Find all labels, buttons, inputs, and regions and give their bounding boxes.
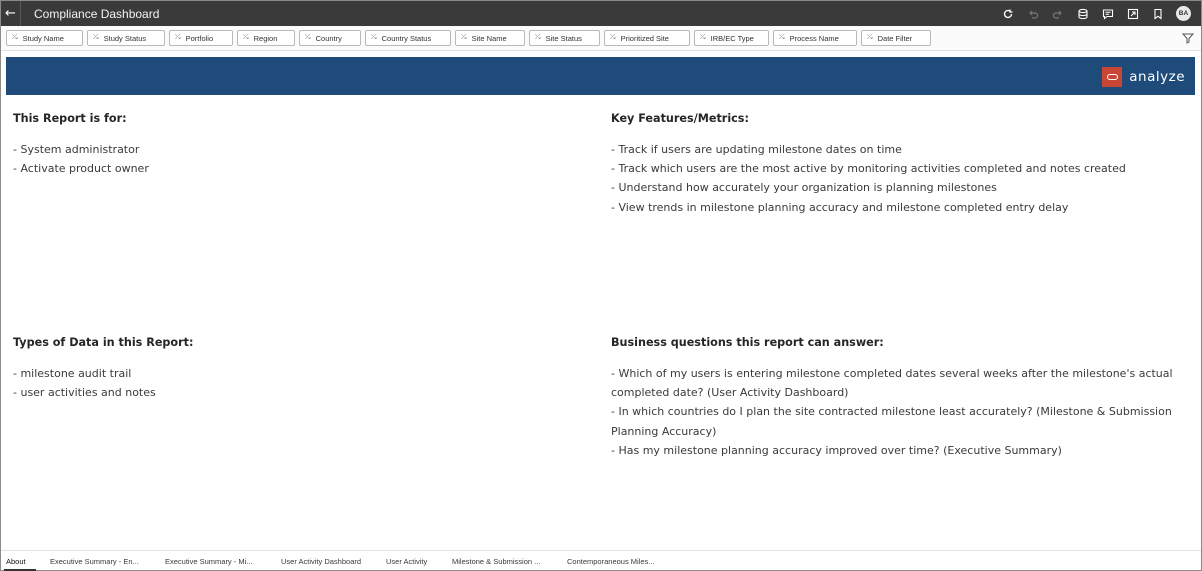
business-questions-section: Business questions this report can answe… [611,336,1196,460]
section-line: - Has my milestone planning accuracy imp… [611,443,1062,457]
pin-icon: ⤰ [305,34,311,41]
section-line: Planning Accuracy) [611,424,717,438]
pin-icon: ⤰ [243,34,249,41]
pin-icon: ⤰ [867,34,873,41]
filter-label: Site Name [471,33,507,43]
filter-site-name[interactable]: ⤰ Site Name [455,30,525,46]
section-line: - Track if users are updating milestone … [611,143,902,156]
undo-button[interactable] [1020,1,1045,26]
redo-icon [1052,10,1062,19]
comment-button[interactable] [1095,1,1120,26]
pin-icon: ⤰ [461,34,467,41]
user-avatar[interactable]: BA [1176,6,1191,21]
brand-logo-group: analyze [1102,67,1185,87]
tab-executive-summary-mi[interactable]: Executive Summary - Mi... [165,557,253,566]
filter-label: Country [315,33,342,43]
title-bar: ← Compliance Dashboard BA [1,1,1201,26]
data-types-section: Types of Data in this Report: - mileston… [13,336,573,402]
filter-portfolio[interactable]: ⤰ Portfolio [169,30,233,46]
filter-date-filter[interactable]: ⤰ Date Filter [861,30,931,46]
pin-icon: ⤰ [93,34,99,41]
filter-funnel-icon[interactable] [1182,32,1194,44]
filter-label: Process Name [789,33,839,43]
section-line: completed date? (User Activity Dashboard… [611,386,849,400]
filter-label: Portfolio [185,33,214,43]
tab-user-activity-dashboard[interactable]: User Activity Dashboard [281,557,361,566]
filter-irb-ec-type[interactable]: ⤰ IRB/EC Type [694,30,769,46]
filter-country-status[interactable]: ⤰ Country Status [365,30,451,46]
back-button[interactable]: ← [1,1,21,26]
section-line: - milestone audit trail [13,367,132,380]
data-icon [1077,8,1088,19]
section-heading: Types of Data in this Report: [13,336,194,349]
filter-label: Country Status [381,33,432,43]
tab-milestone-submission[interactable]: Milestone & Submission ... [452,557,540,566]
pin-icon: ⤰ [371,34,377,41]
redo-button[interactable] [1045,1,1070,26]
section-heading: This Report is for: [13,112,127,125]
tab-about[interactable]: About [6,557,26,566]
filter-bar: ⤰ Study Name ⤰ Study Status ⤰ Portfolio ⤰ Re… [1,26,1201,51]
present-icon [1127,8,1138,19]
pin-icon: ⤰ [610,34,616,41]
pin-icon: ⤰ [779,34,785,41]
pin-icon: ⤰ [175,34,181,41]
filter-study-status[interactable]: ⤰ Study Status [87,30,165,46]
undo-icon [1028,10,1038,19]
section-line: - View trends in milestone planning accu… [611,200,1069,214]
filter-study-name[interactable]: ⤰ Study Name [6,30,83,46]
section-line: - System administrator [13,143,140,156]
filter-label: Prioritized Site [620,33,669,43]
refresh-button[interactable] [995,1,1020,26]
filter-label: Study Status [103,33,147,43]
section-line: - Which of my users is entering mileston… [611,367,1173,380]
report-for-section: This Report is for: - System administrat… [13,112,573,178]
tab-contemporaneous-miles[interactable]: Contemporaneous Miles... [567,557,655,566]
comment-icon [1102,8,1113,20]
section-line: - Activate product owner [13,162,149,176]
filter-label: Study Name [22,33,64,43]
filter-label: Site Status [545,33,582,43]
tab-user-activity[interactable]: User Activity [386,557,427,566]
filter-process-name[interactable]: ⤰ Process Name [773,30,857,46]
section-heading: Business questions this report can answe… [611,336,884,349]
pin-icon: ⤰ [535,34,541,41]
key-features-section: Key Features/Metrics: - Track if users a… [611,112,1196,217]
pin-icon: ⤰ [700,34,706,41]
section-line: - user activities and notes [13,386,156,400]
filter-site-status[interactable]: ⤰ Site Status [529,30,600,46]
filter-label: Region [253,33,278,43]
filter-label: IRB/EC Type [710,33,754,43]
refresh-icon [1003,9,1012,18]
data-button[interactable] [1070,1,1095,26]
section-line: - In which countries do I plan the site … [611,405,1172,419]
arrow-left-icon: ← [5,6,16,21]
oracle-logo-icon [1102,67,1123,87]
bookmark-button[interactable] [1145,1,1170,26]
canvas-tabs: About Executive Summary - En... Executiv… [1,550,1201,571]
bookmark-icon [1153,8,1162,20]
page-title: Compliance Dashboard [34,6,160,21]
toolbar: BA [995,1,1191,26]
section-line: - Track which users are the most active … [611,162,1126,176]
filter-label: Date Filter [877,33,913,43]
brand-text: analyze [1129,69,1185,85]
filter-prioritized-site[interactable]: ⤰ Prioritized Site [604,30,690,46]
section-line: - Understand how accurately your organiz… [611,181,997,195]
pin-icon: ⤰ [12,34,18,41]
brand-banner: analyze [6,57,1195,95]
filter-region[interactable]: ⤰ Region [237,30,295,46]
section-heading: Key Features/Metrics: [611,112,749,125]
filter-country[interactable]: ⤰ Country [299,30,361,46]
tab-executive-summary-en[interactable]: Executive Summary - En... [50,557,139,566]
present-button[interactable] [1120,1,1145,26]
